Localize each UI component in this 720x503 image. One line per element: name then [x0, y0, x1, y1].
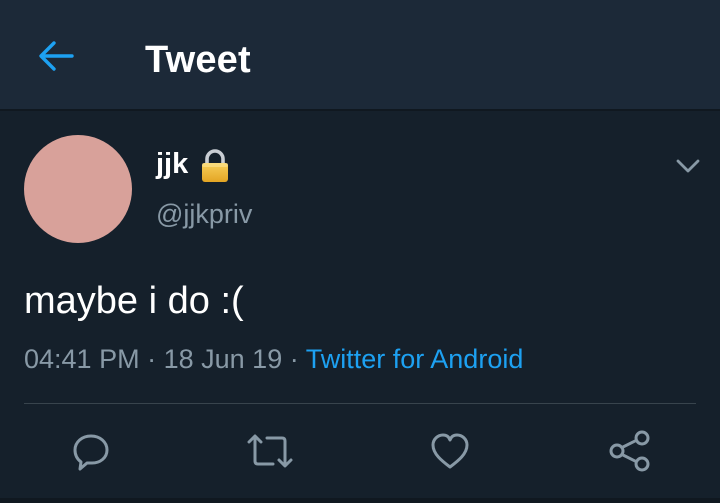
back-button[interactable] — [30, 34, 82, 78]
like-button[interactable] — [425, 428, 475, 474]
retweet-button[interactable] — [245, 428, 295, 474]
tweet-time: 04:41 PM — [24, 344, 140, 374]
share-icon — [609, 430, 650, 472]
tweet-date: 18 Jun 19 — [163, 344, 283, 374]
lock-icon — [202, 149, 228, 182]
reply-icon — [73, 434, 109, 471]
retweet-icon — [247, 434, 293, 468]
tweet-source-link[interactable]: Twitter for Android — [306, 344, 524, 374]
page-title: Tweet — [145, 39, 251, 81]
app-header: Tweet — [0, 0, 720, 111]
avatar[interactable] — [24, 135, 132, 243]
meta-separator: · — [289, 344, 299, 374]
share-button[interactable] — [605, 428, 655, 474]
tweet-menu-button[interactable] — [668, 148, 708, 184]
arrow-left-icon — [39, 41, 74, 71]
bottom-divider — [0, 498, 720, 503]
meta-separator: · — [147, 344, 157, 374]
tweet-text: maybe i do :( — [24, 280, 244, 322]
tweet-meta: 04:41 PM · 18 Jun 19 · Twitter for Andro… — [24, 341, 523, 377]
display-name[interactable]: jjk — [156, 146, 188, 182]
divider — [24, 403, 696, 404]
chevron-down-icon — [676, 159, 700, 173]
user-handle[interactable]: @jjkpriv — [156, 197, 252, 231]
like-icon — [431, 433, 469, 469]
reply-button[interactable] — [66, 428, 116, 474]
